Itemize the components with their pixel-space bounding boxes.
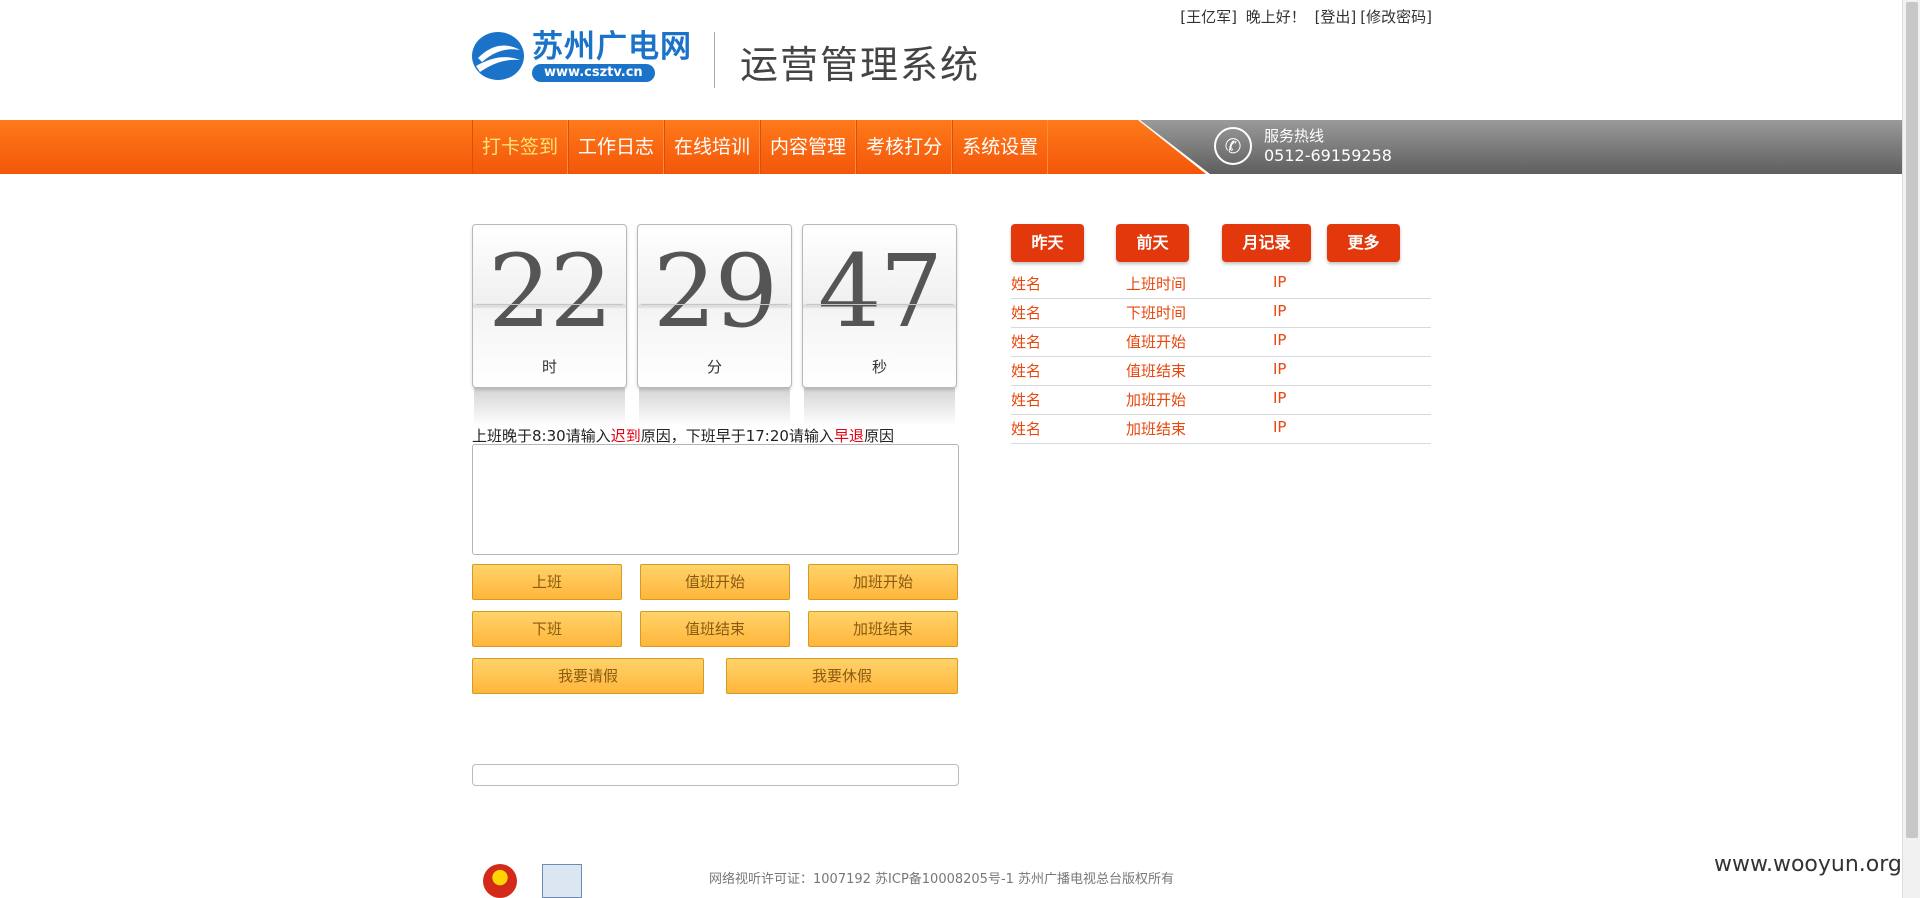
phone-icon: ✆	[1214, 127, 1252, 165]
record-type: 值班结束	[1126, 362, 1187, 380]
record-name: 姓名	[1011, 333, 1042, 351]
hours-value: 22	[487, 233, 613, 350]
main-nav: 打卡签到 工作日志 在线培训 内容管理 考核打分 系统设置	[472, 120, 1049, 174]
seconds-label: 秒	[871, 358, 887, 376]
record-name: 姓名	[1011, 420, 1042, 438]
record-name: 姓名	[1011, 362, 1042, 380]
record-name: 姓名	[1011, 304, 1042, 322]
record-row: 姓名 值班结束 IP	[1011, 357, 1431, 386]
record-type: 加班开始	[1126, 391, 1187, 409]
card-reflection	[639, 388, 790, 426]
record-ip: IP	[1273, 302, 1287, 320]
scrollbar-thumb[interactable]	[1906, 2, 1918, 838]
footer-license: 网络视听许可证：1007192 苏ICP备10008205号-1 苏州广播电视总…	[709, 872, 1175, 887]
change-password-link[interactable]: [修改密码]	[1360, 8, 1432, 26]
record-row: 姓名 下班时间 IP	[1011, 299, 1431, 328]
card-fold-line	[476, 304, 623, 305]
record-ip: IP	[1273, 360, 1287, 378]
nav-item-assessment[interactable]: 考核打分	[856, 120, 953, 174]
record-type: 加班结束	[1126, 420, 1187, 438]
hours-label: 时	[541, 358, 557, 376]
record-name: 姓名	[1011, 391, 1042, 409]
overtime-end-button[interactable]: 加班结束	[808, 611, 958, 647]
card-reflection	[804, 388, 955, 426]
logo-url: www.csztv.cn	[532, 64, 655, 82]
hotline-label: 服务热线	[1264, 127, 1325, 145]
tab-day-before[interactable]: 前天	[1116, 224, 1189, 262]
vacation-request-button[interactable]: 我要休假	[726, 658, 958, 694]
record-type: 值班开始	[1126, 333, 1187, 351]
tab-more[interactable]: 更多	[1327, 224, 1400, 262]
notice-early: 早退	[833, 427, 864, 445]
minutes-label: 分	[706, 358, 722, 376]
attendance-notice: 上班晚于8:30请输入迟到原因，下班早于17:20请输入早退原因	[472, 425, 894, 446]
seconds-value: 47	[817, 233, 943, 350]
site-logo[interactable]: 苏州广电网 www.csztv.cn	[470, 28, 692, 84]
nav-item-training[interactable]: 在线培训	[664, 120, 761, 174]
service-hotline: ✆ 服务热线 0512-69159258	[1214, 126, 1392, 166]
record-ip: IP	[1273, 389, 1287, 407]
tab-yesterday[interactable]: 昨天	[1011, 224, 1084, 262]
record-ip: IP	[1273, 418, 1287, 436]
nav-item-checkin[interactable]: 打卡签到	[472, 120, 569, 174]
tab-monthly[interactable]: 月记录	[1222, 224, 1311, 262]
record-row: 姓名 值班开始 IP	[1011, 328, 1431, 357]
nav-item-settings[interactable]: 系统设置	[952, 120, 1049, 174]
watermark: www.wooyun.org	[1714, 852, 1902, 877]
flip-clock: 22 时 29 分 47 秒	[472, 224, 967, 426]
user-name: [王亿军]	[1180, 8, 1237, 26]
card-fold-line	[641, 304, 788, 305]
record-ip: IP	[1273, 273, 1287, 291]
minutes-value: 29	[652, 233, 778, 350]
logo-swirl-icon	[470, 28, 526, 84]
nav-item-worklog[interactable]: 工作日志	[568, 120, 665, 174]
page-scrollbar[interactable]	[1902, 0, 1920, 898]
logout-link[interactable]: [登出]	[1315, 8, 1357, 26]
notice-part2: 原因，下班早于17:20请输入	[640, 427, 834, 445]
status-bar	[472, 764, 959, 786]
notice-part1: 上班晚于8:30请输入	[472, 427, 611, 445]
record-row: 姓名 加班开始 IP	[1011, 386, 1431, 415]
national-emblem-icon	[483, 864, 517, 898]
card-reflection	[474, 388, 625, 426]
overtime-start-button[interactable]: 加班开始	[808, 564, 958, 600]
record-row: 姓名 加班结束 IP	[1011, 415, 1431, 444]
record-type: 下班时间	[1126, 304, 1187, 322]
hotline-number: 0512-69159258	[1264, 146, 1392, 165]
notice-late: 迟到	[610, 427, 641, 445]
checkout-button[interactable]: 下班	[472, 611, 622, 647]
duty-start-button[interactable]: 值班开始	[640, 564, 790, 600]
record-ip: IP	[1273, 331, 1287, 349]
greeting: 晚上好！	[1245, 8, 1306, 26]
reason-input[interactable]	[472, 444, 959, 555]
card-fold-line	[806, 304, 953, 305]
user-links: [王亿军] 晚上好！ [登出] [修改密码]	[1176, 6, 1432, 27]
record-name: 姓名	[1011, 275, 1042, 293]
duty-end-button[interactable]: 值班结束	[640, 611, 790, 647]
system-title: 运营管理系统	[740, 43, 981, 87]
leave-request-button[interactable]: 我要请假	[472, 658, 704, 694]
clock-seconds: 47 秒	[802, 224, 957, 426]
clock-hours: 22 时	[472, 224, 627, 426]
record-type: 上班时间	[1126, 275, 1187, 293]
logo-divider	[714, 32, 715, 88]
clock-minutes: 29 分	[637, 224, 792, 426]
notice-part3: 原因	[863, 427, 894, 445]
checkin-button[interactable]: 上班	[472, 564, 622, 600]
police-badge-icon[interactable]	[542, 864, 582, 898]
nav-item-content[interactable]: 内容管理	[760, 120, 857, 174]
page-header: [王亿军] 晚上好！ [登出] [修改密码] 苏州广电网 www.csztv.cn…	[0, 0, 1920, 120]
record-row: 姓名 上班时间 IP	[1011, 270, 1431, 299]
attendance-records: 姓名 上班时间 IP 姓名 下班时间 IP 姓名 值班开始 IP 姓名 值班结束…	[1011, 270, 1431, 444]
logo-name: 苏州广电网	[532, 29, 692, 65]
